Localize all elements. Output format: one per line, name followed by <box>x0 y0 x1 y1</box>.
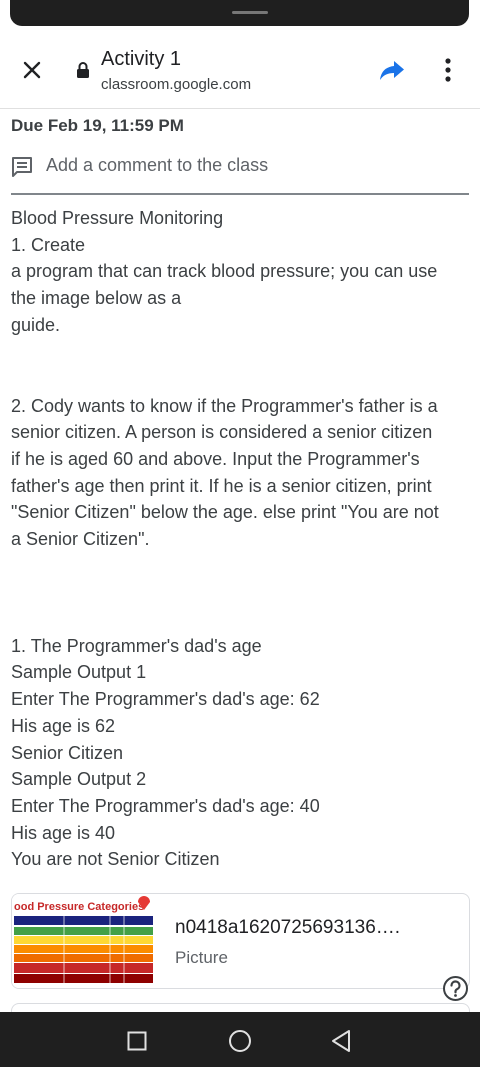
description-line: father's age then print it. If he is a s… <box>11 475 432 496</box>
attachment-title: n0418a1620725693136…. <box>175 917 401 938</box>
description-line: the image below as a <box>11 288 182 309</box>
status-area <box>0 0 480 40</box>
description-line: if he is aged 60 and above. Input the Pr… <box>11 448 420 469</box>
comment-icon <box>12 157 32 177</box>
add-class-comment[interactable]: Add a comment to the class <box>11 152 471 180</box>
assignment-description: Blood Pressure Monitoring 1. Create a pr… <box>11 205 471 873</box>
description-line: a program that can track blood pressure;… <box>11 261 438 282</box>
attachment-card[interactable]: ood Pressure Categories n0418a1620725693… <box>11 893 470 989</box>
notch-bar <box>10 0 469 26</box>
description-line: 1. The Programmer's dad's age <box>11 635 262 656</box>
description-line: guide. <box>11 314 61 335</box>
description-line: Enter The Programmer's dad's age: 62 <box>11 689 320 710</box>
description-line: His age is 62 <box>11 715 116 736</box>
attachment-thumbnail: ood Pressure Categories <box>12 894 153 988</box>
attachment-type: Picture <box>175 948 228 967</box>
lock-icon <box>77 62 89 78</box>
back-icon[interactable] <box>330 1029 352 1053</box>
divider <box>11 193 469 195</box>
description-line: His age is 40 <box>11 822 116 843</box>
due-date: Due Feb 19, 11:59 PM <box>11 116 184 135</box>
description-line: senior citizen. A person is considered a… <box>11 422 433 443</box>
close-icon[interactable] <box>20 58 44 82</box>
description-line: Sample Output 2 <box>11 769 147 790</box>
description-line: You are not Senior Citizen <box>11 849 220 870</box>
page-title: Activity 1 <box>101 48 182 70</box>
home-icon[interactable] <box>228 1029 252 1053</box>
description-line: Sample Output 1 <box>11 662 147 683</box>
description-line: 2. Cody wants to know if the Programmer'… <box>11 395 438 416</box>
page-url: classroom.google.com <box>101 76 252 93</box>
description-line: Blood Pressure Monitoring <box>11 208 224 228</box>
more-options-icon[interactable] <box>438 56 458 84</box>
recent-apps-icon[interactable] <box>127 1031 147 1051</box>
custom-tab-toolbar: Activity 1 classroom.google.com <box>0 40 480 109</box>
description-line: Senior Citizen <box>11 742 124 763</box>
description-line: 1. Create <box>11 234 86 255</box>
thumbnail-caption: ood Pressure Categories <box>14 901 144 913</box>
help-icon[interactable] <box>442 975 469 1002</box>
description-line: Enter The Programmer's dad's age: 40 <box>11 795 320 816</box>
description-line: "Senior Citizen" below the age. else pri… <box>11 502 439 523</box>
comment-prompt: Add a comment to the class <box>46 155 269 175</box>
description-line: a Senior Citizen". <box>11 529 150 550</box>
system-navigation-bar <box>0 1012 480 1067</box>
drag-handle[interactable] <box>232 11 268 14</box>
share-icon[interactable] <box>378 56 406 84</box>
